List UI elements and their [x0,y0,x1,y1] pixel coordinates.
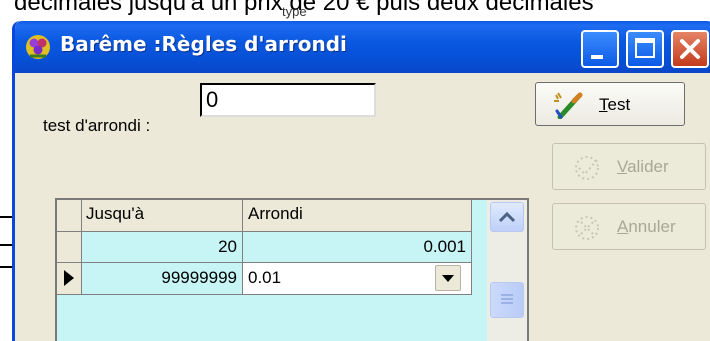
close-icon [680,39,700,59]
rounding-rules-window: Barême :Règles d'arrondi test d'arrondi … [12,21,710,341]
pencil-magic-icon [554,92,583,119]
maximize-button[interactable] [626,30,664,68]
current-row-indicator-icon [64,270,74,286]
rounding-combobox[interactable]: 0.01 [243,263,472,295]
test-button[interactable]: Test [535,82,685,126]
rounding-combobox-value: 0.01 [248,268,282,287]
close-button[interactable] [671,30,709,68]
grid-vertical-scrollbar[interactable] [487,200,527,341]
test-button-mnemonic: T [599,95,608,114]
test-label: test d'arrondi : [43,116,151,135]
combobox-dropdown-button[interactable] [435,265,461,291]
scroll-grip-icon [501,294,513,304]
maximize-icon [635,38,655,58]
grid-cell-rounding[interactable]: 0.001 [243,232,472,263]
scroll-up-button[interactable] [490,202,524,232]
cancel-sparkle-icon [575,216,599,240]
row-selector-current[interactable] [57,263,82,295]
cancel-button[interactable]: Annuler [552,203,706,250]
background-fragment: type [282,4,307,19]
minimize-button[interactable] [581,30,619,68]
column-header-upto[interactable]: Jusqu'à [82,200,243,232]
scroll-thumb[interactable] [490,282,524,318]
row-selector[interactable] [57,232,82,263]
grid-cell-upto[interactable]: 20 [82,232,243,263]
window-title: Barême :Règles d'arrondi [60,32,347,56]
rounding-rules-grid[interactable]: Jusqu'à Arrondi 20 0.001 99999999 0.01 [55,198,529,341]
test-button-label: est [607,95,631,114]
validate-button[interactable]: Valider [552,143,706,190]
background-rule-3 [0,266,12,268]
grid-corner-cell [57,200,82,232]
title-bar[interactable]: Barême :Règles d'arrondi [15,21,710,73]
validate-button-label: alider [627,157,669,176]
minimize-icon [591,55,603,59]
check-sparkle-icon [575,156,599,180]
column-header-rounding[interactable]: Arrondi [243,200,472,232]
scroll-up-icon [498,211,516,223]
background-rule-1 [0,216,12,218]
grid-cell-upto[interactable]: 99999999 [82,263,243,295]
cancel-button-mnemonic: A [617,217,629,236]
cancel-button-label: nnuler [628,217,676,236]
validate-button-mnemonic: V [617,157,628,176]
test-input[interactable] [200,83,376,117]
background-rule-2 [0,244,12,246]
dropdown-arrow-icon [442,275,454,282]
app-icon[interactable] [25,34,51,60]
